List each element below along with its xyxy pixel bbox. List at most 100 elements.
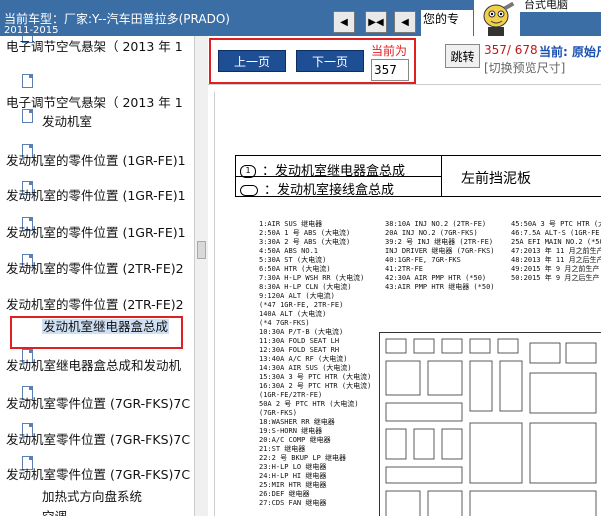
document-page: 1 ：发动机室继电器盒总成 ：发动机室接线盒总成 左前挡泥板 1:AIR SUS … xyxy=(214,92,601,516)
tree-leaf-item[interactable]: 加热式方向盘系统 xyxy=(42,488,142,506)
tree-item-label: 电子调节空气悬架（ 2013 年 1 xyxy=(6,95,183,110)
car-model-value: 厂家:Y--汽车田普拉多(PRADO) xyxy=(64,12,230,26)
relay-list-line: 12:30A FOLD SEAT RH xyxy=(259,346,340,354)
tree-item-label: 发动机室的零件位置 (2TR-FE)2 xyxy=(6,297,184,312)
toolbar-divider xyxy=(208,84,601,85)
relay-list-line: (7GR-FKS) xyxy=(259,409,297,417)
brand-text: 台式电脑 xyxy=(520,0,601,12)
next-page-button[interactable]: 下一页 xyxy=(296,50,364,72)
tree-item[interactable]: 发动机室零件位置 (7GR-FKS)7C xyxy=(6,466,190,484)
relay-list-line: 49:2015 年 9 月之前生产 xyxy=(511,265,600,273)
document-icon xyxy=(22,74,33,88)
relay-list-line: 18:WASHER RR 继电器 xyxy=(259,418,335,426)
tree-item[interactable]: 发动机室零件位置 (7GR-FKS)7C xyxy=(6,395,190,413)
relay-list-line: 40:1GR-FE, 7GR-FKS xyxy=(385,256,461,264)
page-toolbar: 上一页 下一页 当前为 跳转 357/ 678 当前: 原始尺 [切换预览尺寸] xyxy=(208,36,601,84)
relay-list-line: 27:CDS FAN 继电器 xyxy=(259,499,327,507)
welcome-text: 您的专 xyxy=(421,10,473,36)
tree-item-label: 发动机室的零件位置 (1GR-FE)1 xyxy=(6,188,186,203)
tree-item-label: 发动机室零件位置 (7GR-FKS)7C xyxy=(6,396,191,411)
relay-list-line: 50A 2 号 PTC HTR (大电流) xyxy=(259,400,359,408)
relay-list-line: 6:50A HTR (大电流) xyxy=(259,265,331,273)
relay-list-line: 13:40A A/C RF (大电流) xyxy=(259,355,348,363)
tree-item-label: 电子调节空气悬架（ 2013 年 1 xyxy=(6,39,183,54)
relay-list-line: 45:50A 3 号 PTC HTR (大电流) xyxy=(511,220,601,228)
tree-item[interactable]: 发动机室零件位置 (7GR-FKS)7C xyxy=(6,431,190,449)
left-arrow-icon: ◀ xyxy=(340,16,348,28)
tree-item[interactable]: 电子调节空气悬架（ 2013 年 1 xyxy=(6,38,183,56)
left-arrow-icon: ◀ xyxy=(401,16,409,28)
tree-item[interactable]: 电子调节空气悬架（ 2013 年 1 xyxy=(6,94,183,112)
relay-list-line: 20A INJ NO.2 (7GR-FKS) xyxy=(385,229,478,237)
fit-arrows-icon: ▶◀ xyxy=(368,16,384,28)
first-page-nav-button[interactable]: ◀ xyxy=(333,11,355,33)
relay-list-line: 23:H-LP LO 继电器 xyxy=(259,463,327,471)
relay-list-line: 42:30A AIR PMP HTR (*50) xyxy=(385,274,487,282)
diagram-legend: 1 ：发动机室继电器盒总成 ：发动机室接线盒总成 左前挡泥板 xyxy=(235,155,601,198)
relay-list-line: 15:30A 3 号 PTC HTR (大电流) xyxy=(259,373,372,381)
tree-leaf-item[interactable]: 发动机室 xyxy=(42,113,92,131)
oval-symbol xyxy=(240,185,258,196)
car-model-label: 当前车型： xyxy=(4,12,65,26)
tree-leaf-item[interactable]: 空调 xyxy=(42,508,67,516)
preview-size-toggle[interactable]: [切换预览尺寸] xyxy=(484,59,565,76)
tree-item[interactable]: 发动机室的零件位置 (2TR-FE)2 xyxy=(6,296,184,314)
relay-list-col2: 38:10A INJ NO.2 (2TR-FE) 20A INJ NO.2 (7G… xyxy=(385,220,495,292)
relay-list-line: 11:30A FOLD SEAT LH xyxy=(259,337,340,345)
relay-list-line: 3:30A 2 号 ABS (大电流) xyxy=(259,238,351,246)
jump-label: 跳转 xyxy=(450,49,475,64)
relay-list-line: 26:DEF 继电器 xyxy=(259,490,310,498)
main-viewer: 上一页 下一页 当前为 跳转 357/ 678 当前: 原始尺 [切换预览尺寸]… xyxy=(208,36,601,516)
relay-list-line: 7:30A H-LP WSH RR (大电流) xyxy=(259,274,365,282)
jump-button[interactable]: 跳转 xyxy=(445,44,480,68)
legend-divider xyxy=(236,176,441,177)
tree-item[interactable]: 发动机室的零件位置 (2TR-FE)2 xyxy=(6,260,184,278)
relay-list-line: 19:S-HORN 继电器 xyxy=(259,427,323,435)
relay-list-line: 38:10A INJ NO.2 (2TR-FE) xyxy=(385,220,487,228)
relay-list-line: 140A ALT (大电流) xyxy=(259,310,327,318)
tree-item-label: 发动机室零件位置 (7GR-FKS)7C xyxy=(6,432,191,447)
relay-list-line: 4:50A ABS NO.1 xyxy=(259,247,319,255)
relay-list-line: 22:2 号 BKUP LP 继电器 xyxy=(259,454,347,462)
tree-item-label: 空调 xyxy=(42,509,67,516)
relay-list-line: 8:30A H-LP CLN (大电流) xyxy=(259,283,352,291)
mascot-icon xyxy=(483,1,515,36)
tree-scrollbar[interactable] xyxy=(194,36,208,516)
relay-list-line: (1GR-FE/2TR-FE) xyxy=(259,391,323,399)
relay-list-line: INJ DRIVER 继电器 (7GR-FKS) xyxy=(385,247,495,255)
fit-page-nav-button[interactable]: ▶◀ xyxy=(365,11,387,33)
tree-item[interactable]: 发动机室继电器盒总成和发动机 xyxy=(6,357,181,375)
tree-item[interactable]: 发动机室的零件位置 (1GR-FE)1 xyxy=(6,152,186,170)
fuse-box-diagram xyxy=(379,332,601,516)
tree-item-label: 发动机室的零件位置 (1GR-FE)1 xyxy=(6,225,186,240)
page-field-label: 当前为 xyxy=(371,44,408,58)
prev-page-button[interactable]: 上一页 xyxy=(218,50,286,72)
source-size-label: 当前: 原始尺 xyxy=(539,45,601,59)
relay-list-line: 14:30A AIR SUS (大电流) xyxy=(259,364,352,372)
relay-list-line: 48:2013 年 11 月之后生产 xyxy=(511,256,601,264)
tree-item-label: 发动机室 xyxy=(42,114,93,129)
tree-item-label: 加热式方向盘系统 xyxy=(42,489,143,504)
tree-scrollbar-thumb[interactable] xyxy=(197,241,206,259)
relay-list-line: 1:AIR SUS 继电器 xyxy=(259,220,323,228)
relay-list-line: 5:30A ST (大电流) xyxy=(259,256,327,264)
tree-item-label: 发动机室的零件位置 (1GR-FE)1 xyxy=(6,153,186,168)
tree-item[interactable]: 发动机室的零件位置 (1GR-FE)1 xyxy=(6,224,186,242)
relay-list-line: 16:30A 2 号 PTC HTR (大电流) xyxy=(259,382,372,390)
fuse-box-drawing xyxy=(385,338,597,516)
category-tree: 电子调节空气悬架（ 2013 年 1 电子调节空气悬架（ 2013 年 1 发动机室… xyxy=(0,36,194,516)
relay-list-line: 41:2TR-FE xyxy=(385,265,423,273)
legend-vertical-divider xyxy=(441,156,442,196)
prev-page-label: 上一页 xyxy=(233,54,270,69)
selected-item-highlight xyxy=(10,316,183,349)
relay-list-line: 2:50A 1 号 ABS (大电流) xyxy=(259,229,351,237)
relay-list-line: 21:ST 继电器 xyxy=(259,445,306,453)
relay-list-line: 39:2 号 INJ 继电器 (2TR-FE) xyxy=(385,238,494,246)
page-number-input[interactable] xyxy=(371,59,409,81)
relay-list-line: 25A EFI MAIN NO.2 (*50) xyxy=(511,238,601,246)
tree-item[interactable]: 发动机室的零件位置 (1GR-FE)1 xyxy=(6,187,186,205)
prev-page-nav-button[interactable]: ◀ xyxy=(394,11,416,33)
legend-junction-box: ：发动机室接线盒总成 xyxy=(240,179,394,198)
next-page-label: 下一页 xyxy=(311,54,348,69)
relay-list-line: 20:A/C COMP 继电器 xyxy=(259,436,331,444)
